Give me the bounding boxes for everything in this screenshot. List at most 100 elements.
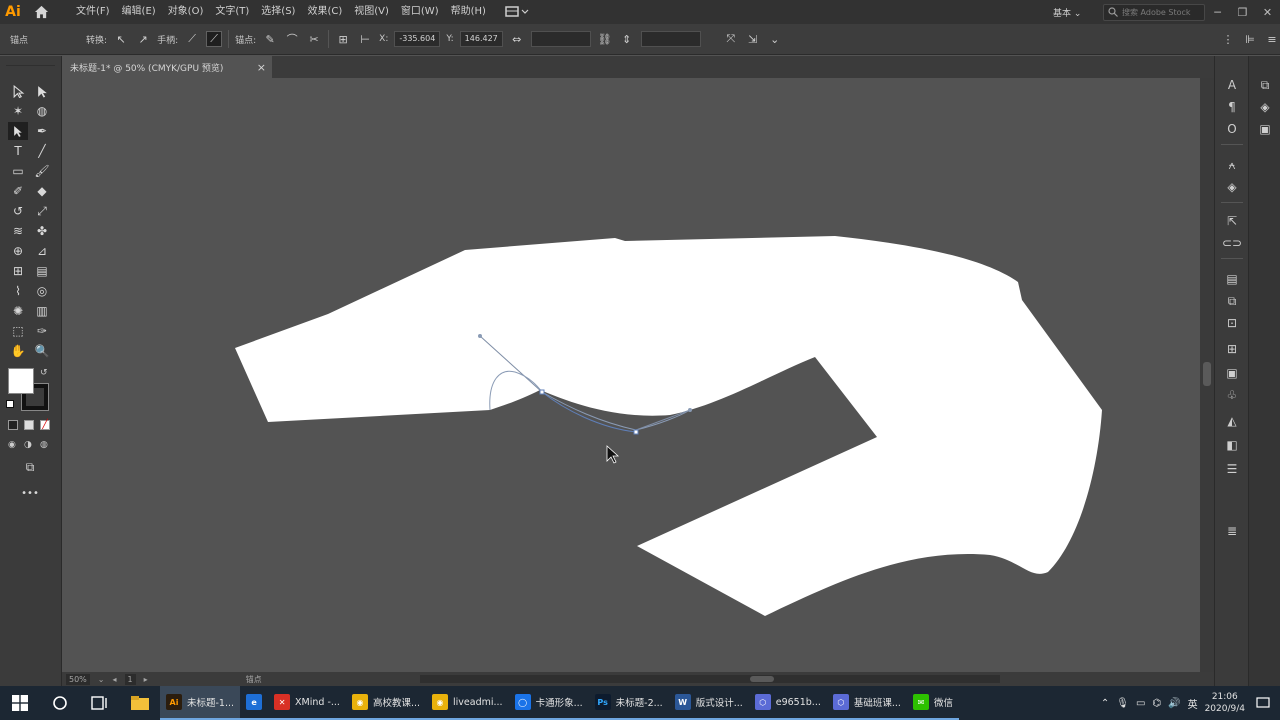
anchor-point-tool-icon[interactable] <box>8 122 28 140</box>
taskbar-task[interactable]: ◯ 卡通形象... <box>508 686 589 720</box>
prev-artboard-icon[interactable]: ◂ <box>112 675 116 684</box>
height-icon[interactable]: ⇕ <box>619 31 635 47</box>
menu-item[interactable]: 对象(O) <box>162 0 210 24</box>
gradient-panel-icon[interactable]: ☰ <box>1223 460 1241 478</box>
connect-anchor-icon[interactable]: ⌒ <box>284 31 300 47</box>
microphone-icon[interactable]: 🎙 <box>1116 698 1129 709</box>
anchor-point[interactable] <box>633 429 639 435</box>
libraries-icon[interactable]: ▣ <box>1256 120 1274 138</box>
opentype-icon[interactable]: O <box>1223 120 1241 138</box>
isolate-icon[interactable]: ⊞ <box>335 31 351 47</box>
cortana-icon[interactable] <box>40 686 80 720</box>
menu-item[interactable]: 效果(C) <box>301 0 348 24</box>
fill-swatch[interactable] <box>8 368 34 394</box>
blend-tool-icon[interactable]: ◎ <box>32 282 52 300</box>
vertical-scrollbar[interactable] <box>1200 78 1214 672</box>
default-colors-icon[interactable] <box>6 400 14 408</box>
menu-item[interactable]: 编辑(E) <box>116 0 162 24</box>
taskbar-task[interactable]: ✕ XMind -... <box>268 686 346 720</box>
rectangle-tool-icon[interactable]: ▭ <box>8 162 28 180</box>
arrange-documents-icon[interactable] <box>502 0 532 24</box>
edit-toolbar-icon[interactable]: ••• <box>20 484 40 502</box>
rotate-tool-icon[interactable]: ↺ <box>8 202 28 220</box>
stroke-panel-icon[interactable]: ◭ <box>1223 412 1241 430</box>
white-shape[interactable] <box>235 236 1102 616</box>
paragraph-icon[interactable]: ¶ <box>1223 98 1241 116</box>
gradient-tool-icon[interactable]: ▤ <box>32 262 52 280</box>
network-icon[interactable]: ⌬ <box>1152 698 1161 709</box>
taskbar-task[interactable]: ⬡ e9651b... <box>748 686 827 720</box>
convert-to-corner-icon[interactable]: ↖ <box>113 31 129 47</box>
swatches-icon[interactable]: ⊞ <box>1223 340 1241 358</box>
pathfinder-icon[interactable]: ⧉ <box>1223 292 1241 310</box>
layers-icon[interactable]: ◈ <box>1256 98 1274 116</box>
artboard-tool-icon[interactable]: ⬚ <box>8 322 28 340</box>
ime-indicator[interactable]: 英 <box>1188 696 1198 711</box>
puppet-warp-tool-icon[interactable]: ✤ <box>32 222 52 240</box>
show-hidden-icons-icon[interactable]: ⌃ <box>1101 698 1109 709</box>
taskbar-task[interactable]: ⬡ 基础班课... <box>826 686 907 720</box>
zoom-level[interactable]: 50% <box>66 673 90 685</box>
anchor-point[interactable] <box>539 389 545 395</box>
paintbrush-tool-icon[interactable]: 🖌 <box>32 162 52 180</box>
transform-panel-icon[interactable]: ⊡ <box>1223 314 1241 332</box>
recolor-icon[interactable]: ◈ <box>1223 178 1241 196</box>
menu-icon[interactable]: ≡ <box>1264 31 1280 47</box>
volume-icon[interactable]: 🔊 <box>1168 698 1180 709</box>
menu-item[interactable]: 文件(F) <box>70 0 116 24</box>
taskbar-task[interactable]: Ai 未标题-1... <box>160 686 241 720</box>
workspace-switcher[interactable]: 基本 ⌄ <box>1053 6 1103 19</box>
eraser-tool-icon[interactable]: ◆ <box>32 182 52 200</box>
draw-behind-icon[interactable]: ◑ <box>24 440 34 450</box>
lasso-tool-icon[interactable]: ◍ <box>32 102 52 120</box>
draw-inside-icon[interactable]: ◍ <box>40 440 50 450</box>
none-mode-icon[interactable]: ╱ <box>40 420 50 430</box>
file-explorer-icon[interactable] <box>120 686 160 720</box>
horizontal-scrollbar[interactable] <box>419 675 1000 683</box>
menu-item[interactable]: 帮助(H) <box>445 0 492 24</box>
scale-tool-icon[interactable]: ⤢ <box>32 202 52 220</box>
artboard-number[interactable]: 1 <box>124 673 136 685</box>
eyedropper-tool-icon[interactable]: ⌇ <box>8 282 28 300</box>
shaper-tool-icon[interactable]: ✐ <box>8 182 28 200</box>
color-mode-icon[interactable] <box>8 420 18 430</box>
align-anchor-icon[interactable]: ⊢ <box>357 31 373 47</box>
next-artboard-icon[interactable]: ▸ <box>144 675 148 684</box>
magic-wand-tool-icon[interactable]: ✶ <box>8 102 28 120</box>
menu-item[interactable]: 视图(V) <box>348 0 395 24</box>
hide-handles-icon[interactable]: ⟋ <box>206 31 223 47</box>
gradient-mode-icon[interactable] <box>24 420 34 430</box>
width-icon[interactable]: ⇔ <box>509 31 525 47</box>
height-field[interactable] <box>640 31 701 47</box>
zoom-tool-icon[interactable]: 🔍 <box>32 342 52 360</box>
export-icon[interactable]: ⇱ <box>1223 212 1241 230</box>
recolor-icon[interactable]: ⇲ <box>745 31 761 47</box>
remove-anchor-icon[interactable]: ✎ <box>262 31 278 47</box>
link-proportions-icon[interactable]: ⛓ <box>597 31 613 47</box>
taskbar-task[interactable]: e <box>240 686 269 720</box>
mesh-tool-icon[interactable]: ⊞ <box>8 262 28 280</box>
slice-tool-icon[interactable]: ✑ <box>32 322 52 340</box>
character-icon[interactable]: A <box>1223 76 1241 94</box>
x-field[interactable]: -335.604 <box>394 31 441 47</box>
task-view-icon[interactable] <box>80 686 120 720</box>
appearance-icon[interactable]: ≣ <box>1223 522 1241 540</box>
menu-item[interactable]: 窗口(W) <box>395 0 445 24</box>
zoom-dropdown-icon[interactable]: ⌄ <box>98 675 105 684</box>
taskbar-task[interactable]: W 版式设计... <box>668 686 749 720</box>
handle-point[interactable] <box>688 408 692 412</box>
restore-button[interactable]: ❐ <box>1230 0 1255 24</box>
taskbar-task[interactable]: ◉ 高校教课... <box>345 686 427 720</box>
swap-colors-icon[interactable]: ↺ <box>40 368 50 378</box>
line-tool-icon[interactable]: ╱ <box>32 142 52 160</box>
align-panel-icon[interactable]: ▤ <box>1223 270 1241 288</box>
taskbar-task[interactable]: ✉ 微信 <box>906 686 959 720</box>
clock[interactable]: 21:06 2020/9/4 <box>1205 691 1245 715</box>
panel-options-icon[interactable]: ⋮ <box>1220 31 1236 47</box>
transparency-icon[interactable]: ◧ <box>1223 436 1241 454</box>
y-field[interactable]: 146.427 <box>459 31 503 47</box>
home-icon[interactable] <box>26 0 56 24</box>
tab-document[interactable]: 未标题-1* @ 50% (CMYK/GPU 预览) × <box>62 56 272 78</box>
notification-icon[interactable] <box>1252 694 1274 712</box>
warp-tool-icon[interactable]: ≋ <box>8 222 28 240</box>
